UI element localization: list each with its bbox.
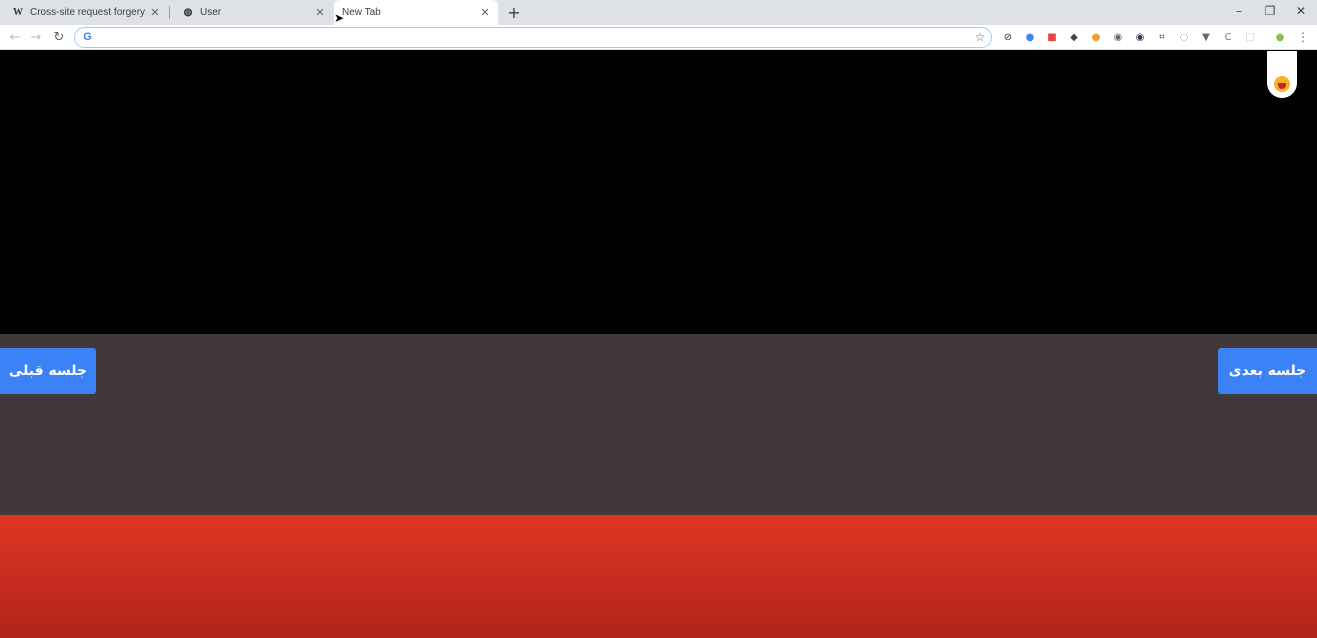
extension-blank-icon[interactable]: □ — [1243, 30, 1257, 44]
profile-icon[interactable]: ● — [1273, 30, 1287, 44]
bookmark-star-icon[interactable]: ☆ — [973, 30, 987, 44]
extension-refresh-circle-icon[interactable]: ◌ — [1177, 30, 1191, 44]
tab-title: User — [200, 7, 222, 18]
reload-button[interactable]: ↻ — [51, 29, 67, 45]
extension-ci-icon[interactable]: C — [1221, 30, 1235, 44]
emoji-face-icon — [1274, 76, 1290, 92]
tab-strip: W Cross-site request forgery - Wiki ✕ ◍ … — [0, 0, 1317, 25]
extension-cookie-icon[interactable]: ● — [1089, 30, 1103, 44]
extension-red-notes-icon[interactable]: ■ — [1045, 30, 1059, 44]
extension-gear-badge-icon[interactable]: ◉ — [1133, 30, 1147, 44]
globe-icon: ◍ — [183, 7, 193, 18]
video-player-area[interactable] — [0, 51, 1317, 334]
google-icon: G — [83, 31, 92, 43]
close-icon[interactable]: ✕ — [148, 6, 162, 20]
address-bar[interactable]: G ☆ — [74, 27, 992, 48]
tab-new-tab[interactable]: New Tab ✕ — [334, 0, 498, 25]
session-nav-band: جلسه قبلی جلسه بعدی — [0, 334, 1317, 515]
new-tab-button[interactable]: + — [505, 3, 523, 22]
back-button[interactable]: ← — [7, 29, 23, 45]
wikipedia-icon: W — [13, 7, 23, 18]
tab-user[interactable]: ◍ User ✕ — [170, 0, 333, 25]
minimize-button[interactable]: – — [1223, 0, 1255, 22]
page-content: جلسه قبلی جلسه بعدی — [0, 51, 1317, 638]
extension-screenshot-icon[interactable]: ⌗ — [1155, 30, 1169, 44]
window-close-button[interactable]: ✕ — [1285, 0, 1317, 22]
browser-menu-icon[interactable]: ⋮ — [1297, 30, 1309, 44]
extension-camera-icon[interactable]: ◉ — [1111, 30, 1125, 44]
tab-title: New Tab — [342, 7, 381, 18]
side-widget[interactable] — [1267, 51, 1297, 98]
restore-button[interactable]: ❐ — [1254, 0, 1286, 22]
tab-csrf-wiki[interactable]: W Cross-site request forgery - Wiki ✕ — [0, 0, 168, 25]
previous-session-button[interactable]: جلسه قبلی — [0, 348, 96, 394]
extension-diamond-icon[interactable]: ◆ — [1067, 30, 1081, 44]
address-input[interactable] — [99, 30, 959, 45]
next-session-button[interactable]: جلسه بعدی — [1218, 348, 1317, 394]
browser-window: W Cross-site request forgery - Wiki ✕ ◍ … — [0, 0, 1317, 638]
extension-circle-blue-icon[interactable]: ● — [1023, 30, 1037, 44]
close-icon[interactable]: ✕ — [313, 6, 327, 20]
close-icon[interactable]: ✕ — [478, 6, 492, 20]
tab-title: Cross-site request forgery - Wiki — [30, 7, 148, 18]
browser-toolbar: ← → ↻ G ☆ ⊘ ● ■ ◆ ● ◉ ◉ ⌗ ◌ ▼ C □ ● ⋮ — [0, 25, 1317, 50]
extension-block-icon[interactable]: ⊘ — [1001, 30, 1015, 44]
footer-band — [0, 515, 1317, 638]
mouse-cursor-icon: ➤ — [334, 11, 345, 25]
forward-button[interactable]: → — [28, 29, 44, 45]
extension-vue-icon[interactable]: ▼ — [1199, 30, 1213, 44]
